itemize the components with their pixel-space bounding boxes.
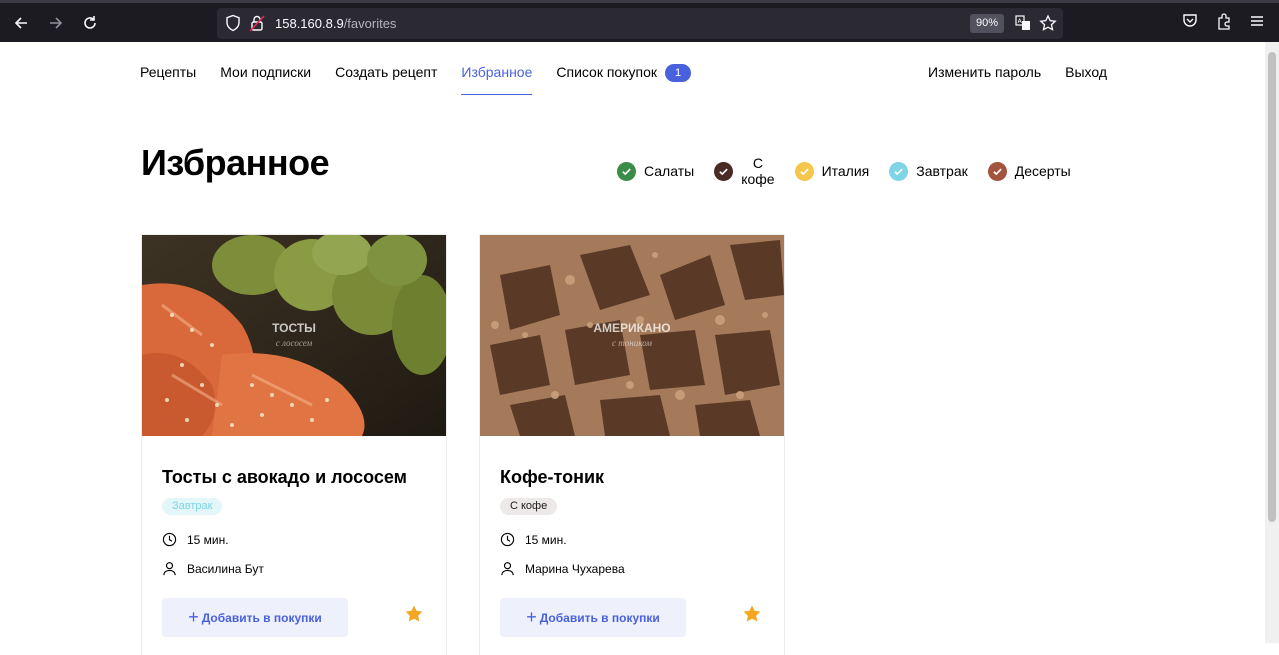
forward-icon[interactable] — [43, 10, 69, 36]
clock-icon — [500, 532, 515, 547]
tag-label: Завтрак — [916, 163, 968, 179]
bookmark-star-icon[interactable] — [1039, 14, 1057, 37]
main-nav: Рецепты Мои подписки Создать рецепт Избр… — [140, 64, 691, 95]
nav-subscriptions[interactable]: Мои подписки — [220, 64, 311, 86]
tag-label-line1: С — [752, 155, 763, 171]
back-icon[interactable] — [8, 10, 34, 36]
reload-icon[interactable] — [77, 10, 103, 36]
recipe-image[interactable]: АМЕРИКАНО с тоником — [480, 235, 784, 436]
tag-filters: Салаты Скофе Италия Завтрак Десерты — [617, 155, 1091, 187]
image-caption-subtitle: с лососем — [275, 338, 313, 348]
check-icon — [987, 161, 1007, 181]
change-password-link[interactable]: Изменить пароль — [928, 64, 1041, 80]
image-caption-title: АМЕРИКАНО — [593, 321, 671, 335]
nav-shopping-list-label: Список покупок — [556, 64, 657, 80]
scrollbar-thumb[interactable] — [1268, 52, 1276, 522]
menu-icon[interactable] — [1248, 12, 1266, 35]
translate-icon[interactable]: A — [1014, 14, 1032, 37]
user-icon — [163, 562, 176, 576]
nav-shopping-list[interactable]: Список покупок 1 — [556, 64, 691, 86]
cart-count-badge: 1 — [665, 64, 691, 82]
page-scrollbar[interactable] — [1265, 42, 1279, 643]
tag-filter-breakfast[interactable]: Завтрак — [889, 161, 968, 181]
recipe-time: 15 мин. — [500, 532, 567, 547]
recipe-author-name[interactable]: Василина Бут — [187, 562, 264, 576]
recipe-card: АМЕРИКАНО с тоником Кофе-тоник С кофе 15… — [480, 235, 784, 655]
tag-label: Италия — [821, 163, 870, 179]
recipe-time: 15 мин. — [162, 532, 229, 547]
image-caption-subtitle: с тоником — [612, 338, 652, 348]
nav-create-recipe[interactable]: Создать рецепт — [335, 64, 437, 86]
recipe-author: Марина Чухарева — [500, 561, 625, 576]
add-to-shopping-label: Добавить в покупки — [201, 610, 322, 625]
recipe-author-name[interactable]: Марина Чухарева — [525, 562, 625, 576]
tag-filter-coffee[interactable]: Скофе — [714, 155, 775, 187]
tag-filter-italy[interactable]: Италия — [794, 161, 870, 181]
recipe-time-value: 15 мин. — [187, 532, 229, 547]
browser-toolbar: 158.160.8.9/favorites 90% A — [0, 0, 1279, 42]
tag-label: Салаты — [644, 163, 695, 179]
tag-filter-desserts[interactable]: Десерты — [987, 161, 1071, 181]
plus-icon: + — [526, 607, 537, 627]
recipe-title[interactable]: Кофе-тоник — [500, 467, 604, 488]
recipe-tag: С кофе — [500, 498, 558, 515]
recipe-title[interactable]: Тосты с авокадо и лососем — [162, 467, 407, 488]
check-icon — [617, 161, 636, 181]
logout-link[interactable]: Выход — [1065, 64, 1107, 80]
insecure-lock-icon[interactable] — [249, 14, 265, 37]
page-title: Избранное — [141, 142, 330, 183]
recipe-card: ТОСТЫ с лососем Тосты с авокадо и лососе… — [142, 235, 446, 655]
recipe-author: Василина Бут — [162, 561, 264, 576]
url-text: 158.160.8.9/favorites — [275, 16, 396, 31]
svg-text:A: A — [1018, 18, 1023, 25]
tag-label: Десерты — [1014, 163, 1071, 179]
account-nav: Изменить пароль Выход — [928, 64, 1107, 80]
check-icon — [889, 161, 909, 181]
tag-filter-salads[interactable]: Салаты — [617, 161, 695, 181]
favorite-star-icon[interactable] — [742, 604, 762, 629]
add-to-shopping-label: Добавить в покупки — [539, 610, 660, 625]
url-bar[interactable]: 158.160.8.9/favorites 90% A — [217, 8, 1063, 39]
recipe-time-value: 15 мин. — [525, 532, 567, 547]
add-to-shopping-button[interactable]: + Добавить в покупки — [500, 598, 686, 637]
image-caption-title: ТОСТЫ — [272, 321, 316, 335]
nav-recipes[interactable]: Рецепты — [140, 64, 196, 86]
tracking-shield-icon[interactable] — [225, 14, 241, 37]
check-icon — [794, 161, 814, 181]
plus-icon: + — [188, 607, 199, 627]
zoom-level[interactable]: 90% — [970, 14, 1005, 33]
url-host: 158.160.8.9 — [275, 16, 344, 31]
add-to-shopping-button[interactable]: + Добавить в покупки — [162, 598, 348, 637]
extensions-icon[interactable] — [1215, 12, 1233, 35]
pocket-icon[interactable] — [1181, 12, 1199, 35]
recipe-image[interactable]: ТОСТЫ с лососем — [142, 235, 446, 436]
tag-label: Скофе — [741, 155, 774, 187]
tag-label-line2: кофе — [741, 171, 775, 187]
nav-favorites[interactable]: Избранное — [461, 64, 532, 95]
favorite-star-icon[interactable] — [404, 604, 424, 629]
recipe-tag: Завтрак — [162, 498, 223, 515]
page-content: Рецепты Мои подписки Создать рецепт Избр… — [0, 42, 1265, 655]
user-icon — [501, 562, 514, 576]
clock-icon — [162, 532, 177, 547]
url-path: /favorites — [343, 16, 397, 31]
check-icon — [714, 161, 734, 181]
